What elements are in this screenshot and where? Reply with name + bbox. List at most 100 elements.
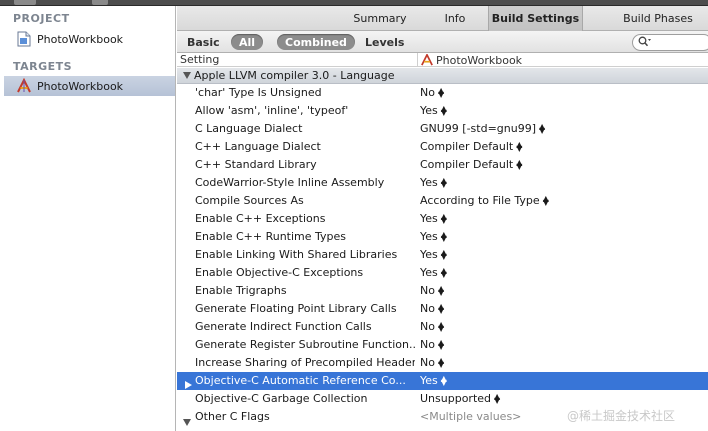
tab-build-settings[interactable]: Build Settings	[488, 6, 583, 31]
settings-search-field[interactable]	[632, 34, 708, 51]
popup-stepper-icon: ▲ ▼	[440, 104, 447, 117]
app-target-icon	[16, 78, 32, 94]
popup-stepper-icon: ▲ ▼	[437, 320, 445, 333]
project-section-header: PROJECT	[13, 12, 70, 25]
setting-name: Enable Objective-C Exceptions	[195, 266, 364, 279]
setting-row-selected[interactable]: Objective-C Automatic Reference Co... Ye…	[177, 372, 708, 390]
setting-name: Objective-C Automatic Reference Co...	[195, 374, 406, 387]
disclosure-down-icon[interactable]	[183, 414, 194, 431]
popup-stepper-icon: ▲ ▼	[440, 230, 447, 243]
target-column-header[interactable]: PhotoWorkbook	[417, 53, 522, 67]
setting-value-popup[interactable]: No ▲ ▼	[420, 336, 444, 354]
setting-name: Generate Floating Point Library Calls	[195, 302, 397, 315]
editor-tab-bar: Summary Info Build Settings Build Phases	[177, 6, 708, 31]
target-item[interactable]: PhotoWorkbook	[4, 76, 175, 96]
project-navigator: PROJECT PhotoWorkbook TARGETS PhotoWorkb…	[0, 6, 176, 431]
popup-stepper-icon: ▲ ▼	[440, 212, 447, 225]
setting-name: Enable Linking With Shared Libraries	[195, 248, 398, 261]
setting-row[interactable]: Enable Objective-C Exceptions Yes ▲ ▼	[177, 264, 708, 282]
setting-row[interactable]: Generate Indirect Function Calls No ▲ ▼	[177, 318, 708, 336]
setting-value-popup[interactable]: Yes ▲ ▼	[420, 102, 447, 120]
popup-stepper-icon: ▲ ▼	[437, 284, 445, 297]
setting-row[interactable]: Objective-C Garbage Collection Unsupport…	[177, 390, 708, 408]
setting-value-popup[interactable]: Yes ▲ ▼	[420, 264, 447, 282]
setting-value-popup[interactable]: Compiler Default ▲ ▼	[420, 138, 522, 156]
popup-stepper-icon: ▲ ▼	[440, 266, 447, 279]
setting-row[interactable]: 'char' Type Is Unsigned No ▲ ▼	[177, 84, 708, 102]
setting-value-popup[interactable]: Yes ▲ ▼	[420, 210, 447, 228]
section-title: Apple LLVM compiler 3.0 - Language	[194, 69, 395, 82]
setting-name: Enable Trigraphs	[195, 284, 287, 297]
setting-name: CodeWarrior-Style Inline Assembly	[195, 176, 385, 189]
settings-list: 'char' Type Is Unsigned No ▲ ▼ Allow 'asm'…	[177, 84, 708, 426]
target-item-label: PhotoWorkbook	[37, 79, 124, 93]
filter-basic-button[interactable]: Basic	[187, 34, 220, 50]
setting-row[interactable]: Enable Trigraphs No ▲ ▼	[177, 282, 708, 300]
popup-stepper-icon: ▲ ▼	[494, 392, 501, 405]
tab-build-phases[interactable]: Build Phases	[609, 6, 707, 31]
watermark-text: @稀土掘金技术社区	[567, 409, 676, 423]
setting-row[interactable]: C++ Language Dialect Compiler Default ▲ ▼	[177, 138, 708, 156]
setting-row[interactable]: Enable Linking With Shared Libraries Yes…	[177, 246, 708, 264]
setting-name: 'char' Type Is Unsigned	[195, 86, 322, 99]
setting-name: Increase Sharing of Precompiled Headers	[195, 356, 415, 369]
targets-section-header: TARGETS	[13, 60, 73, 73]
filter-combined-button[interactable]: Combined	[277, 34, 355, 50]
popup-stepper-icon: ▲ ▼	[516, 140, 523, 153]
setting-row[interactable]: Compile Sources As According to File Typ…	[177, 192, 708, 210]
setting-value-popup[interactable]: Yes ▲ ▼	[420, 246, 447, 264]
app-target-icon	[420, 54, 434, 66]
setting-row[interactable]: C Language Dialect GNU99 [-std=gnu99] ▲ ▼	[177, 120, 708, 138]
popup-stepper-icon: ▲ ▼	[437, 338, 445, 351]
project-item[interactable]: PhotoWorkbook	[4, 29, 175, 49]
setting-value-popup[interactable]: Yes ▲ ▼	[420, 372, 447, 390]
setting-value-popup[interactable]: No ▲ ▼	[420, 318, 444, 336]
tab-summary[interactable]: Summary	[337, 6, 423, 31]
setting-name: C++ Standard Library	[195, 158, 317, 171]
setting-name: C Language Dialect	[195, 122, 303, 135]
setting-name: Generate Register Subroutine Function...	[195, 338, 415, 351]
popup-stepper-icon: ▲ ▼	[437, 302, 445, 315]
setting-name: Compile Sources As	[195, 194, 304, 207]
setting-row[interactable]: Allow 'asm', 'inline', 'typeof' Yes ▲ ▼	[177, 102, 708, 120]
filter-all-button[interactable]: All	[231, 34, 264, 50]
setting-row[interactable]: Increase Sharing of Precompiled Headers …	[177, 354, 708, 372]
setting-name: Other C Flags	[195, 410, 270, 423]
setting-row[interactable]: Generate Floating Point Library Calls No…	[177, 300, 708, 318]
search-icon	[638, 36, 652, 50]
setting-value-popup[interactable]: According to File Type ▲ ▼	[420, 192, 549, 210]
build-settings-editor: Summary Info Build Settings Build Phases…	[177, 6, 708, 431]
setting-name: C++ Language Dialect	[195, 140, 321, 153]
setting-row[interactable]: Enable C++ Exceptions Yes ▲ ▼	[177, 210, 708, 228]
settings-column-header: Setting PhotoWorkbook	[177, 53, 708, 67]
setting-value-popup[interactable]: Unsupported ▲ ▼	[420, 390, 500, 408]
setting-value-popup[interactable]: No ▲ ▼	[420, 354, 444, 372]
setting-name: Generate Indirect Function Calls	[195, 320, 372, 333]
setting-value-popup[interactable]: No ▲ ▼	[420, 282, 444, 300]
setting-value-multiple[interactable]: <Multiple values>	[420, 408, 521, 426]
setting-row[interactable]: C++ Standard Library Compiler Default ▲ ▼	[177, 156, 708, 174]
setting-row[interactable]: Enable C++ Runtime Types Yes ▲ ▼	[177, 228, 708, 246]
popup-stepper-icon: ▲ ▼	[440, 374, 447, 387]
setting-value-popup[interactable]: No ▲ ▼	[420, 300, 444, 318]
project-file-icon	[16, 31, 32, 47]
settings-filter-bar: Basic All Combined Levels	[177, 31, 708, 53]
popup-stepper-icon: ▲ ▼	[440, 248, 447, 261]
tab-info[interactable]: Info	[427, 6, 483, 31]
settings-section-header[interactable]: Apple LLVM compiler 3.0 - Language	[177, 68, 708, 84]
setting-name: Allow 'asm', 'inline', 'typeof'	[195, 104, 349, 117]
setting-value-popup[interactable]: Compiler Default ▲ ▼	[420, 156, 522, 174]
setting-row[interactable]: CodeWarrior-Style Inline Assembly Yes ▲ ▼	[177, 174, 708, 192]
setting-row[interactable]: Generate Register Subroutine Function...…	[177, 336, 708, 354]
disclosure-down-icon	[183, 72, 191, 79]
filter-levels-button[interactable]: Levels	[365, 34, 404, 50]
setting-column-label: Setting	[180, 53, 220, 66]
setting-value-popup[interactable]: No ▲ ▼	[420, 84, 444, 102]
target-column-label: PhotoWorkbook	[436, 53, 523, 67]
toolbar-stub	[92, 0, 108, 5]
setting-value-popup[interactable]: Yes ▲ ▼	[420, 174, 447, 192]
toolbar-stub	[14, 0, 36, 5]
setting-name: Objective-C Garbage Collection	[195, 392, 368, 405]
setting-value-popup[interactable]: GNU99 [-std=gnu99] ▲ ▼	[420, 120, 545, 138]
setting-value-popup[interactable]: Yes ▲ ▼	[420, 228, 447, 246]
